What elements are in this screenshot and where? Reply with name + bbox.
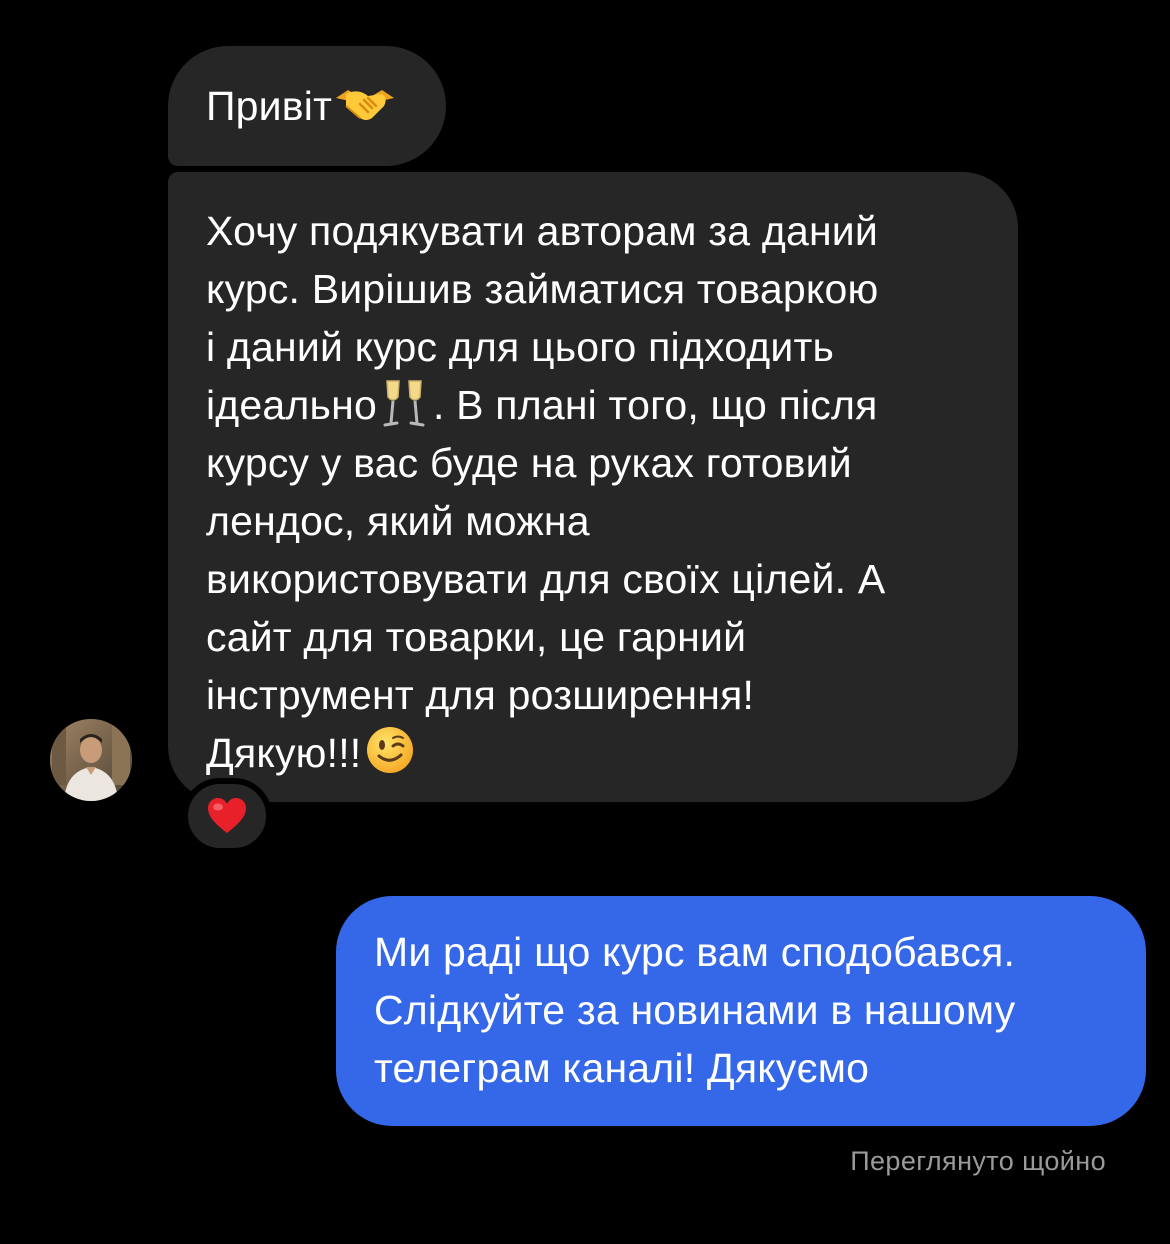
incoming-message-greeting[interactable]: Привіт [168,46,446,166]
message-text: . В плані того, що після [432,382,878,428]
seen-status: Переглянуто щойно [850,1146,1106,1176]
handshake-emoji-icon [334,81,396,121]
message-line: курсу у вас буде на руках готовий [206,440,852,486]
winking-face-emoji-icon [365,725,415,775]
message-line: сайт для товарки, це гарний [206,614,747,660]
message-line: лендос, який можна [206,498,590,544]
message-text: Привіт [206,83,333,129]
message-line: і даний курс для цього підходить [206,324,835,370]
message-text: Дякую!!! [206,730,362,776]
message-line: Хочу подякувати авторам за даний [206,208,879,254]
message-line: використовувати для своїх цілей. А [206,556,886,602]
sender-avatar[interactable] [50,719,132,801]
outgoing-message-reply[interactable]: Ми раді що курс вам сподобався. Слідкуйт… [336,896,1146,1126]
red-heart-icon [208,798,246,833]
avatar-photo [50,719,132,801]
message-line-with-emoji: ідеально . В плані того, що після [206,376,988,434]
message-line: інструмент для розширення! [206,672,755,718]
message-line: Слідкуйте за новинами в нашому [374,987,1016,1033]
message-line: курс. Вирішив займатися товаркою [206,266,879,312]
heart-reaction[interactable] [182,778,272,854]
clinking-glasses-emoji-icon [381,377,427,429]
message-line-with-emoji: Дякую!!! [206,724,988,782]
message-line: телеграм каналі! Дякуємо [374,1045,870,1091]
message-line: Ми раді що курс вам сподобався. [374,929,1016,975]
incoming-message-feedback[interactable]: Хочу подякувати авторам за даний курс. В… [168,172,1018,802]
message-text: ідеально [206,382,377,428]
